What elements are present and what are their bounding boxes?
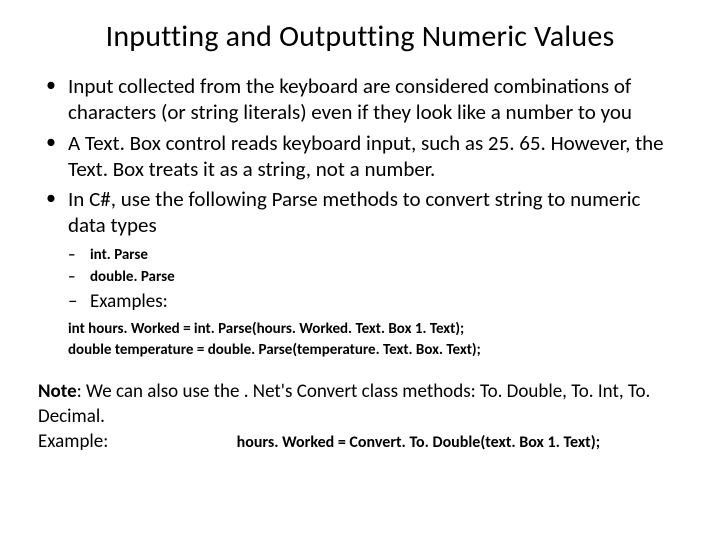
- code-examples: int hours. Worked = int. Parse(hours. Wo…: [38, 319, 682, 363]
- bullet-item: In C#, use the following Parse methods t…: [38, 186, 682, 239]
- sub-bullet-item: double. Parse: [38, 267, 682, 287]
- sub-bullet-item: Examples:: [38, 289, 682, 315]
- bullet-item: Input collected from the keyboard are co…: [38, 73, 682, 126]
- bullet-list: Input collected from the keyboard are co…: [38, 73, 682, 239]
- bullet-item: A Text. Box control reads keyboard input…: [38, 130, 682, 183]
- note-example-code: hours. Worked = Convert. To. Double(text…: [237, 433, 600, 452]
- sub-bullet-item: int. Parse: [38, 245, 682, 265]
- note-label: Note: [38, 380, 77, 403]
- note-block: Note: We can also use the . Net's Conver…: [38, 380, 682, 454]
- slide: Inputting and Outputting Numeric Values …: [0, 0, 720, 540]
- note-text: : We can also use the . Net's Convert cl…: [38, 380, 650, 428]
- code-line: double temperature = double. Parse(tempe…: [68, 340, 682, 362]
- slide-title: Inputting and Outputting Numeric Values: [38, 18, 682, 55]
- code-line: int hours. Worked = int. Parse(hours. Wo…: [68, 319, 682, 341]
- sub-bullet-list: int. Parse double. Parse Examples:: [38, 245, 682, 315]
- note-example-label: Example:: [38, 430, 108, 453]
